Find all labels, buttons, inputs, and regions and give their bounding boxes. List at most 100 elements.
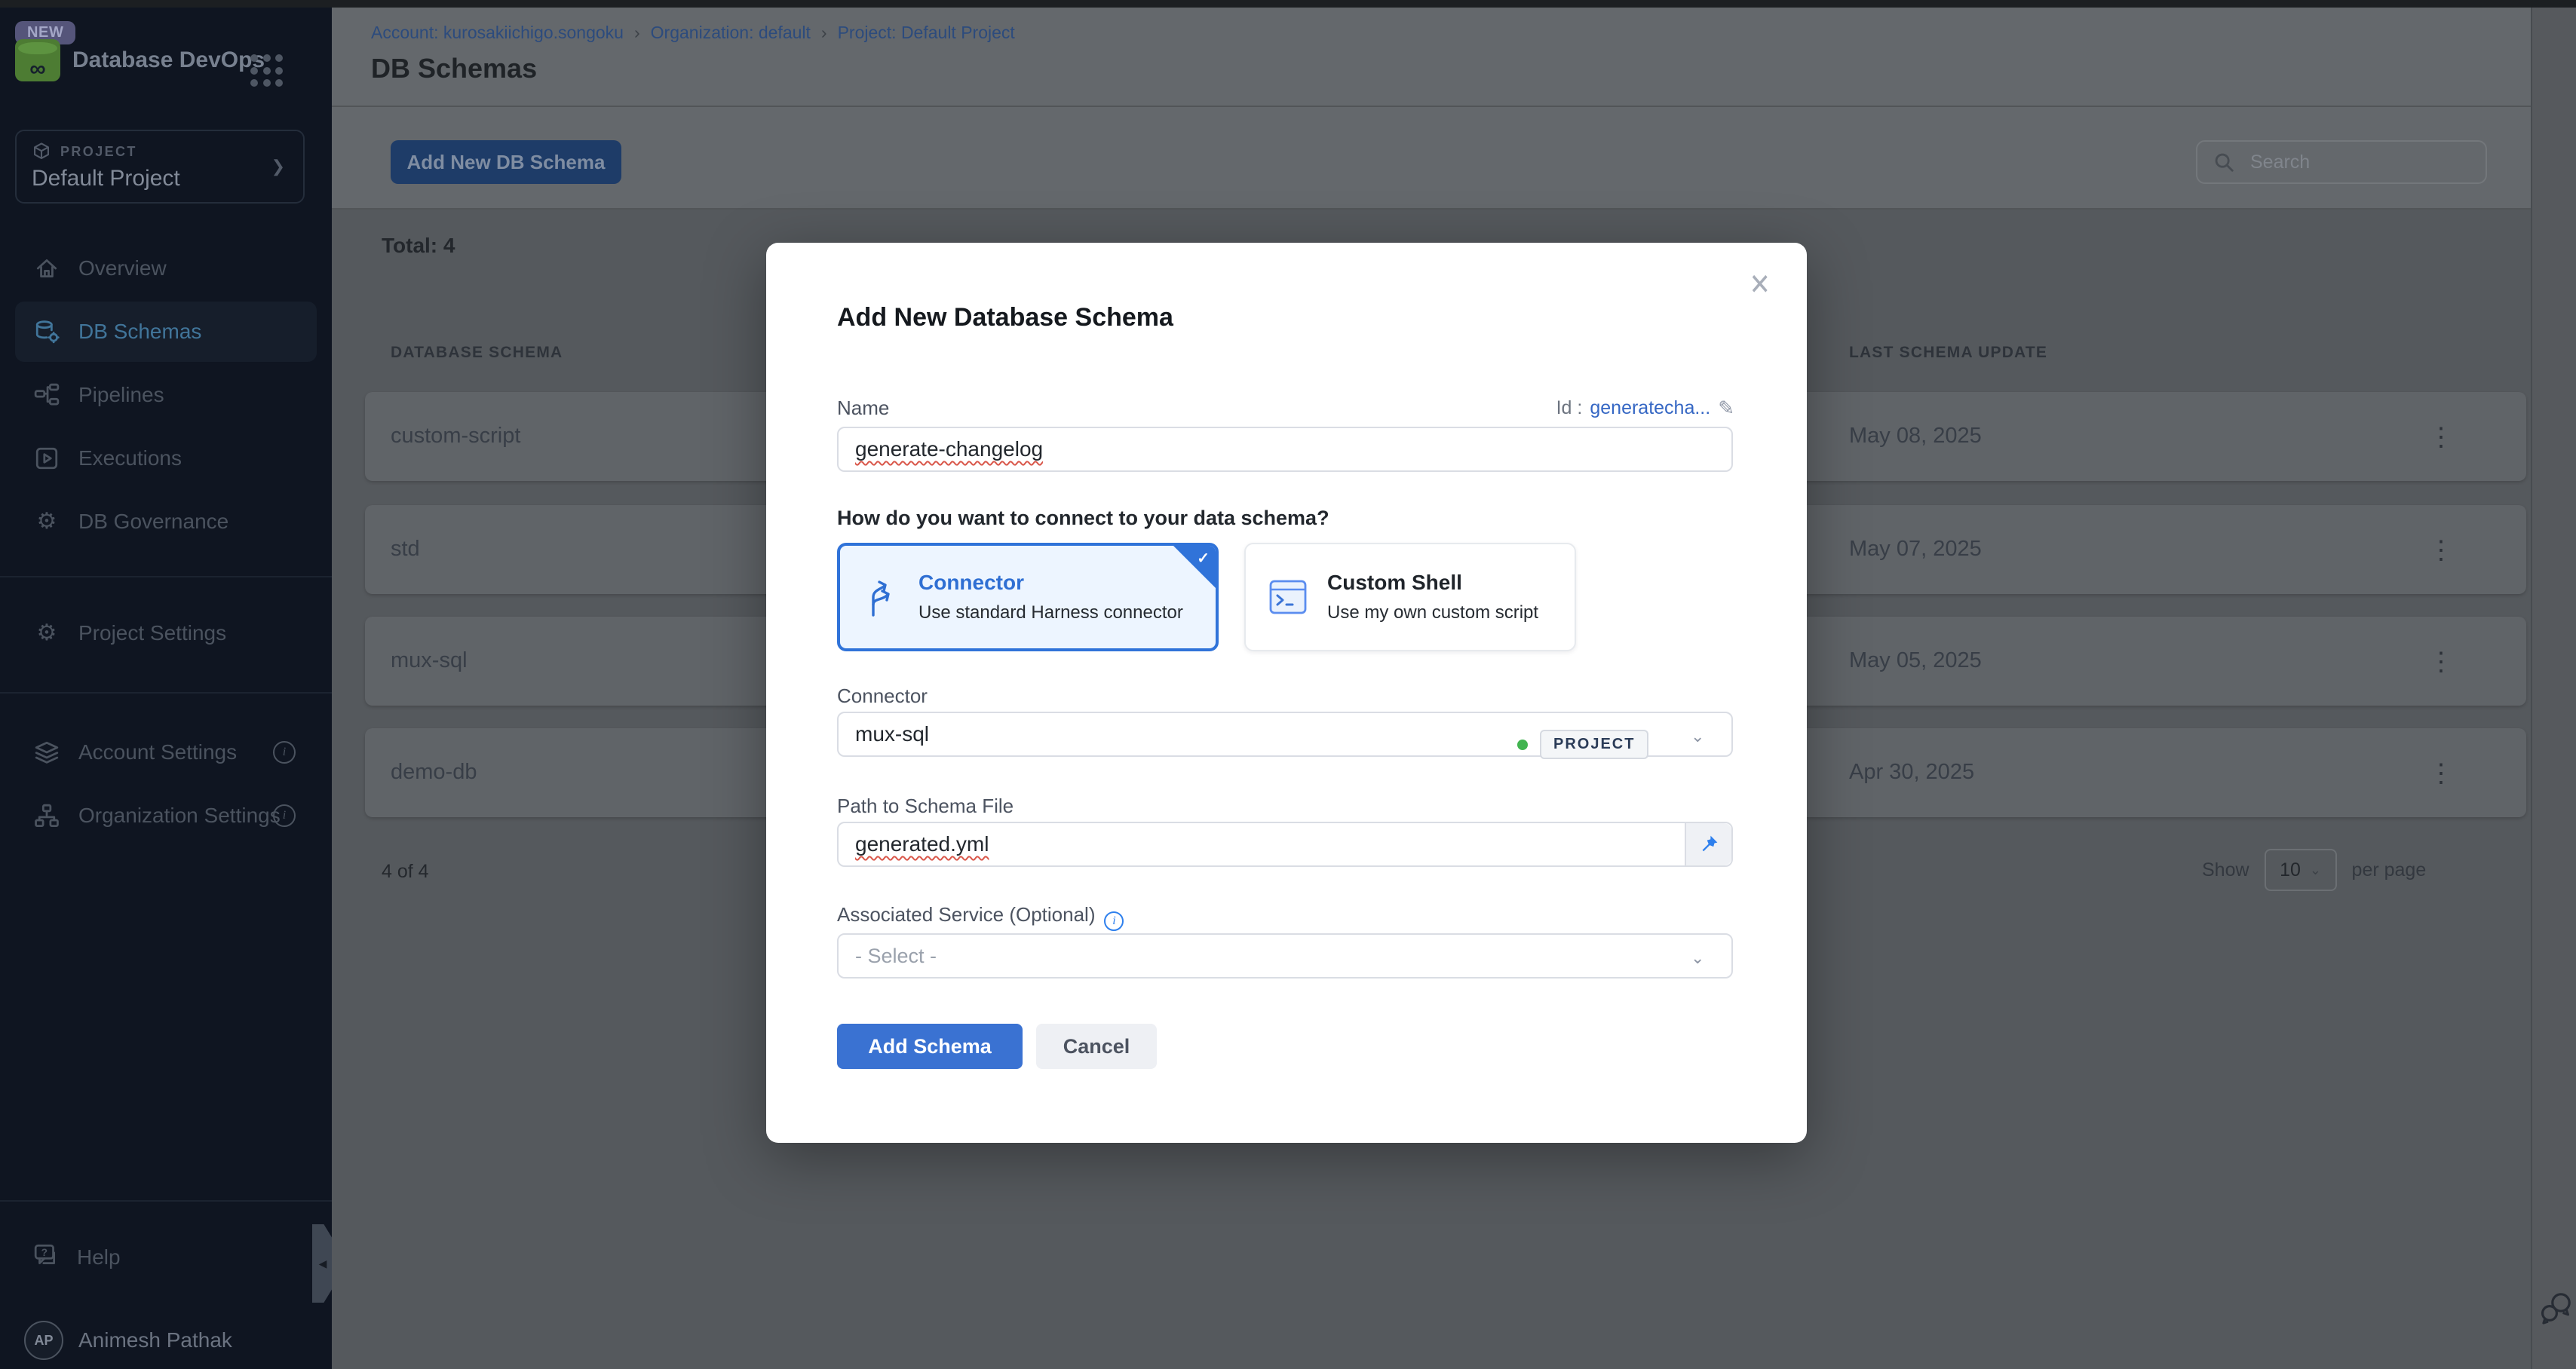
sidebar-collapse-handle[interactable]: ◀ [312, 1224, 333, 1303]
sidebar-item-db-governance[interactable]: ⚙ DB Governance [15, 492, 317, 552]
executions-icon [33, 445, 60, 472]
divider [0, 1200, 332, 1202]
edit-pencil-icon[interactable]: ✎ [1718, 397, 1734, 420]
row-menu-icon[interactable]: ⋮ [2419, 419, 2463, 455]
add-new-db-schema-button[interactable]: Add New DB Schema [391, 140, 621, 184]
service-placeholder: - Select - [855, 945, 937, 968]
connector-value: mux-sql [855, 722, 929, 746]
project-selector[interactable]: PROJECT Default Project ❯ [15, 130, 305, 204]
governance-gear-icon: ⚙ [33, 508, 60, 535]
sidebar-item-executions[interactable]: Executions [15, 428, 317, 488]
product-name: Database DevOps [72, 47, 265, 73]
home-icon [33, 255, 60, 282]
page-size-value: 10 [2280, 859, 2301, 881]
breadcrumb-separator: › [821, 23, 827, 43]
pipelines-icon [33, 381, 60, 409]
sidebar-item-overview[interactable]: Overview [15, 238, 317, 299]
schema-updated: May 07, 2025 [1849, 537, 1982, 562]
module-grid-icon[interactable] [247, 51, 287, 90]
pagination-range: 4 of 4 [382, 861, 429, 883]
breadcrumb-org-link[interactable]: Organization: default [651, 23, 811, 43]
service-select[interactable]: - Select - ⌄ [837, 933, 1733, 979]
selected-corner-fold [1172, 544, 1217, 590]
sidebar-item-label: Account Settings [78, 740, 237, 764]
id-prefix: Id : [1556, 397, 1583, 419]
info-icon[interactable]: i [273, 804, 296, 827]
info-icon[interactable]: i [273, 741, 296, 764]
info-icon[interactable]: i [1104, 911, 1124, 931]
resource-center-chat-icon[interactable] [2540, 1291, 2573, 1327]
page-size-select[interactable]: 10 ⌄ [2265, 849, 2337, 891]
sidebar-item-account-settings[interactable]: Account Settings i [15, 722, 317, 783]
sidebar-secondary-nav: ⚙ Project Settings [0, 600, 332, 666]
connector-select[interactable]: mux-sql PROJECT ⌄ [837, 712, 1733, 757]
search-input[interactable] [2247, 150, 2449, 175]
sidebar-nav: Overview DB Schemas [0, 235, 332, 555]
pin-button[interactable] [1685, 823, 1731, 865]
close-icon[interactable]: ✕ [1750, 268, 1771, 302]
schema-name: demo-db [391, 760, 477, 785]
sidebar-item-label: Organization Settings [78, 804, 281, 828]
right-rail [2531, 8, 2576, 1369]
svg-text:?: ? [41, 1245, 48, 1257]
check-icon: ✓ [1197, 549, 1210, 568]
name-input[interactable]: generate-changelog [837, 427, 1733, 472]
chevron-down-icon: ⌄ [1691, 948, 1704, 968]
path-input[interactable]: generated.yml [837, 822, 1733, 867]
sidebar-item-label: Pipelines [78, 383, 164, 407]
sidebar-item-label: Overview [78, 256, 167, 280]
divider [0, 576, 332, 577]
row-menu-icon[interactable]: ⋮ [2419, 532, 2463, 568]
sidebar-item-db-schemas[interactable]: DB Schemas [15, 302, 317, 362]
custom-shell-card[interactable]: Custom Shell Use my own custom script [1244, 543, 1576, 651]
sidebar-item-label: Project Settings [78, 621, 226, 645]
sidebar-item-pipelines[interactable]: Pipelines [15, 365, 317, 425]
user-name: Animesh Pathak [78, 1328, 232, 1352]
card-title: Custom Shell [1327, 571, 1538, 595]
add-schema-button[interactable]: Add Schema [837, 1024, 1023, 1069]
layers-gear-icon [33, 739, 60, 766]
chevron-down-icon: ⌄ [2310, 862, 2321, 878]
project-selector-value: Default Project [32, 166, 288, 191]
app-window: NEW ∞ Database DevOps PROJECT Default Pr… [0, 0, 2576, 1369]
card-subtitle: Use standard Harness connector [918, 602, 1183, 623]
pin-icon [1699, 835, 1719, 854]
collapse-arrow-icon: ◀ [319, 1257, 327, 1270]
sidebar-item-label: Executions [78, 446, 182, 470]
search-box[interactable] [2196, 140, 2487, 184]
per-page-label: per page [2352, 859, 2427, 881]
sidebar-item-organization-settings[interactable]: Organization Settings i [15, 786, 317, 846]
gear-icon: ⚙ [33, 620, 60, 647]
service-label: Associated Service (Optional)i [837, 903, 1124, 931]
cancel-button[interactable]: Cancel [1036, 1024, 1157, 1069]
pagination-controls: Show 10 ⌄ per page [2202, 849, 2426, 891]
schema-name: std [391, 537, 420, 562]
sidebar-item-help[interactable]: ? Help [15, 1230, 317, 1285]
schema-updated: Apr 30, 2025 [1849, 760, 1974, 785]
sidebar-item-project-settings[interactable]: ⚙ Project Settings [15, 603, 317, 663]
chevron-right-icon: ❯ [271, 157, 285, 176]
schema-name: mux-sql [391, 648, 468, 673]
user-menu[interactable]: AP Animesh Pathak [15, 1313, 317, 1367]
row-menu-icon[interactable]: ⋮ [2419, 755, 2463, 792]
row-menu-icon[interactable]: ⋮ [2419, 644, 2463, 680]
help-label: Help [77, 1245, 121, 1269]
breadcrumb-project-link[interactable]: Project: Default Project [838, 23, 1015, 43]
name-value: generate-changelog [855, 437, 1043, 461]
search-icon [2213, 151, 2235, 173]
database-devops-logo-icon: ∞ [15, 39, 60, 81]
connector-card-selected[interactable]: ✓ Connector Use standard Harness connect… [837, 543, 1219, 651]
breadcrumb-separator: › [634, 23, 640, 43]
card-title: Connector [918, 571, 1183, 595]
breadcrumb-account-link[interactable]: Account: kurosakiichigo.songoku [371, 23, 624, 43]
toolbar: Add New DB Schema [332, 107, 2531, 210]
sidebar-tertiary-nav: Account Settings i Organization Settings… [0, 719, 332, 849]
sidebar: NEW ∞ Database DevOps PROJECT Default Pr… [0, 8, 332, 1369]
db-schema-icon [33, 318, 60, 345]
org-hierarchy-gear-icon [33, 802, 60, 829]
connect-question: How do you want to connect to your data … [837, 507, 1329, 530]
path-value: generated.yml [855, 832, 989, 856]
id-value-link[interactable]: generatecha... [1590, 397, 1710, 419]
add-schema-dialog: ✕ Add New Database Schema Name Id : gene… [766, 243, 1807, 1143]
project-selector-label: PROJECT [60, 144, 137, 160]
